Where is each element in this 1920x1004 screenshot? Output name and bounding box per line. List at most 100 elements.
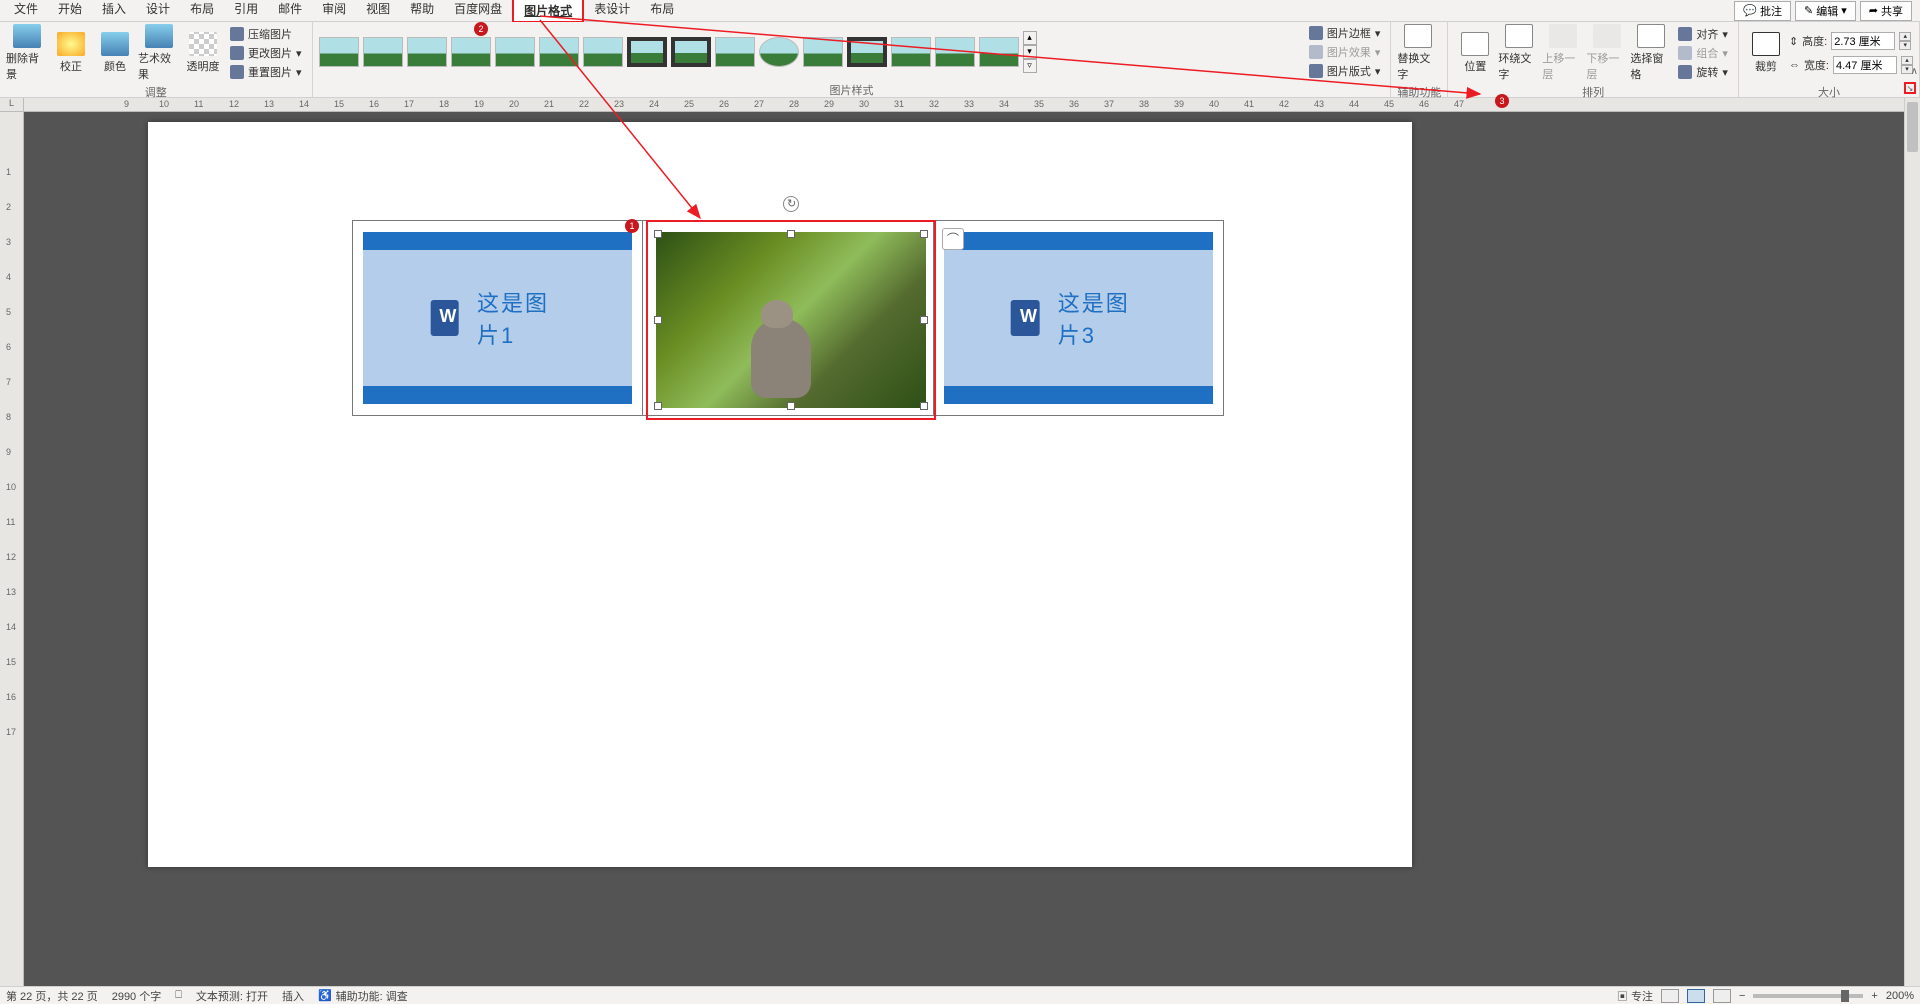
style-thumb-8[interactable] <box>627 37 667 67</box>
bring-forward-button[interactable]: 上移一层 <box>1542 24 1584 82</box>
tab-view[interactable]: 视图 <box>356 0 400 23</box>
document-canvas[interactable]: 这是图片1 这是图片3 <box>24 112 1904 986</box>
style-thumb-10[interactable] <box>715 37 755 67</box>
tab-home[interactable]: 开始 <box>48 0 92 23</box>
read-mode-button[interactable] <box>1661 989 1679 1003</box>
width-up[interactable]: ▴ <box>1901 56 1913 65</box>
zoom-in-button[interactable]: + <box>1871 990 1877 1002</box>
tab-picture-format[interactable]: 图片格式 <box>512 0 584 23</box>
picture-border-button[interactable]: 图片边框▾ <box>1305 24 1385 42</box>
table-cell-1[interactable]: 这是图片1 <box>353 221 643 416</box>
corrections-button[interactable]: 校正 <box>50 24 92 82</box>
alt-text-button[interactable]: 替换文字 <box>1397 24 1439 82</box>
status-word-count[interactable]: 2990 个字 <box>112 988 162 1004</box>
status-page[interactable]: 第 22 页，共 22 页 <box>6 988 98 1004</box>
gallery-more-button[interactable]: ▿ <box>1023 59 1037 73</box>
height-down[interactable]: ▾ <box>1899 41 1911 50</box>
style-thumb-5[interactable] <box>495 37 535 67</box>
style-thumb-11[interactable] <box>759 37 799 67</box>
color-button[interactable]: 颜色 <box>94 24 136 82</box>
zoom-slider[interactable] <box>1753 994 1863 998</box>
ruler-corner[interactable]: L <box>0 98 24 112</box>
style-thumb-3[interactable] <box>407 37 447 67</box>
web-layout-button[interactable] <box>1713 989 1731 1003</box>
transparency-button[interactable]: 透明度 <box>182 24 224 82</box>
resize-handle-bl[interactable] <box>654 402 662 410</box>
comments-button[interactable]: 💬批注 <box>1734 1 1791 21</box>
style-thumb-4[interactable] <box>451 37 491 67</box>
size-dialog-launcher[interactable]: ↘ <box>1904 82 1916 94</box>
align-button[interactable]: 对齐▾ <box>1674 25 1732 43</box>
edit-button[interactable]: ✎编辑▾ <box>1795 1 1856 21</box>
remove-background-button[interactable]: 删除背景 <box>6 24 48 82</box>
tab-review[interactable]: 审阅 <box>312 0 356 23</box>
tab-layout[interactable]: 布局 <box>180 0 224 23</box>
rotation-handle[interactable] <box>783 196 799 212</box>
tab-table-design[interactable]: 表设计 <box>584 0 640 23</box>
compress-pictures-button[interactable]: 压缩图片 <box>226 25 306 43</box>
group-button[interactable]: 组合▾ <box>1674 44 1732 62</box>
selection-pane-icon <box>1637 24 1665 48</box>
height-up[interactable]: ▴ <box>1899 32 1911 41</box>
resize-handle-bm[interactable] <box>787 402 795 410</box>
width-input[interactable] <box>1833 56 1897 74</box>
wrap-text-button[interactable]: 环绕文字 <box>1498 24 1540 82</box>
tab-file[interactable]: 文件 <box>4 0 48 23</box>
picture-layout-button[interactable]: 图片版式▾ <box>1305 62 1385 80</box>
zoom-slider-knob[interactable] <box>1841 990 1849 1002</box>
share-button[interactable]: ➦共享 <box>1860 1 1912 21</box>
resize-handle-tr[interactable] <box>920 230 928 238</box>
resize-handle-mr[interactable] <box>920 316 928 324</box>
style-thumb-14[interactable] <box>891 37 931 67</box>
gallery-up-button[interactable]: ▴ <box>1023 31 1037 45</box>
selection-pane-button[interactable]: 选择窗格 <box>1630 24 1672 82</box>
status-text-predict[interactable]: 文本预测: 打开 <box>196 988 268 1004</box>
print-layout-button[interactable] <box>1687 989 1705 1003</box>
tab-references[interactable]: 引用 <box>224 0 268 23</box>
cat-photo[interactable] <box>656 232 926 408</box>
scrollbar-thumb[interactable] <box>1907 102 1918 152</box>
style-thumb-6[interactable] <box>539 37 579 67</box>
style-thumb-16[interactable] <box>979 37 1019 67</box>
gallery-down-button[interactable]: ▾ <box>1023 45 1037 59</box>
horizontal-ruler[interactable]: 9101112131415161718192021222324252627282… <box>24 98 1904 112</box>
zoom-out-button[interactable]: − <box>1739 990 1745 1002</box>
position-button[interactable]: 位置 <box>1454 24 1496 82</box>
style-thumb-1[interactable] <box>319 37 359 67</box>
height-input[interactable] <box>1831 32 1895 50</box>
tab-design[interactable]: 设计 <box>136 0 180 23</box>
crop-button[interactable]: 裁剪 <box>1745 24 1787 82</box>
resize-handle-tl[interactable] <box>654 230 662 238</box>
picture-effects-button[interactable]: 图片效果▾ <box>1305 43 1385 61</box>
style-thumb-13[interactable] <box>847 37 887 67</box>
vertical-ruler[interactable]: 1234567891011121314151617 <box>0 112 24 986</box>
reset-picture-button[interactable]: 重置图片▾ <box>226 63 306 81</box>
vertical-scrollbar[interactable] <box>1904 98 1920 986</box>
table-cell-3[interactable]: 这是图片3 <box>933 221 1223 416</box>
collapse-ribbon-button[interactable]: ∧ <box>1911 66 1918 77</box>
style-thumb-9[interactable] <box>671 37 711 67</box>
status-insert-mode[interactable]: 插入 <box>282 988 304 1004</box>
style-thumb-12[interactable] <box>803 37 843 67</box>
send-backward-button[interactable]: 下移一层 <box>1586 24 1628 82</box>
artistic-effects-button[interactable]: 艺术效果 <box>138 24 180 82</box>
tab-layout2[interactable]: 布局 <box>640 0 684 23</box>
status-accessibility[interactable]: ♿辅助功能: 调查 <box>318 988 408 1004</box>
focus-mode-button[interactable]: ▣ 专注 <box>1617 988 1653 1004</box>
zoom-level[interactable]: 200% <box>1886 990 1914 1002</box>
change-picture-button[interactable]: 更改图片▾ <box>226 44 306 62</box>
selected-image[interactable]: ⌒ <box>646 220 936 420</box>
tab-mailings[interactable]: 邮件 <box>268 0 312 23</box>
style-thumb-15[interactable] <box>935 37 975 67</box>
resize-handle-tm[interactable] <box>787 230 795 238</box>
resize-handle-br[interactable] <box>920 402 928 410</box>
resize-handle-ml[interactable] <box>654 316 662 324</box>
layout-options-button[interactable]: ⌒ <box>942 228 964 250</box>
tab-baidu[interactable]: 百度网盘 <box>444 0 512 23</box>
tab-insert[interactable]: 插入 <box>92 0 136 23</box>
tab-help[interactable]: 帮助 <box>400 0 444 23</box>
style-thumb-7[interactable] <box>583 37 623 67</box>
rotate-button[interactable]: 旋转▾ <box>1674 63 1732 81</box>
style-thumb-2[interactable] <box>363 37 403 67</box>
status-proofing[interactable]: ⎕ <box>175 989 182 1002</box>
